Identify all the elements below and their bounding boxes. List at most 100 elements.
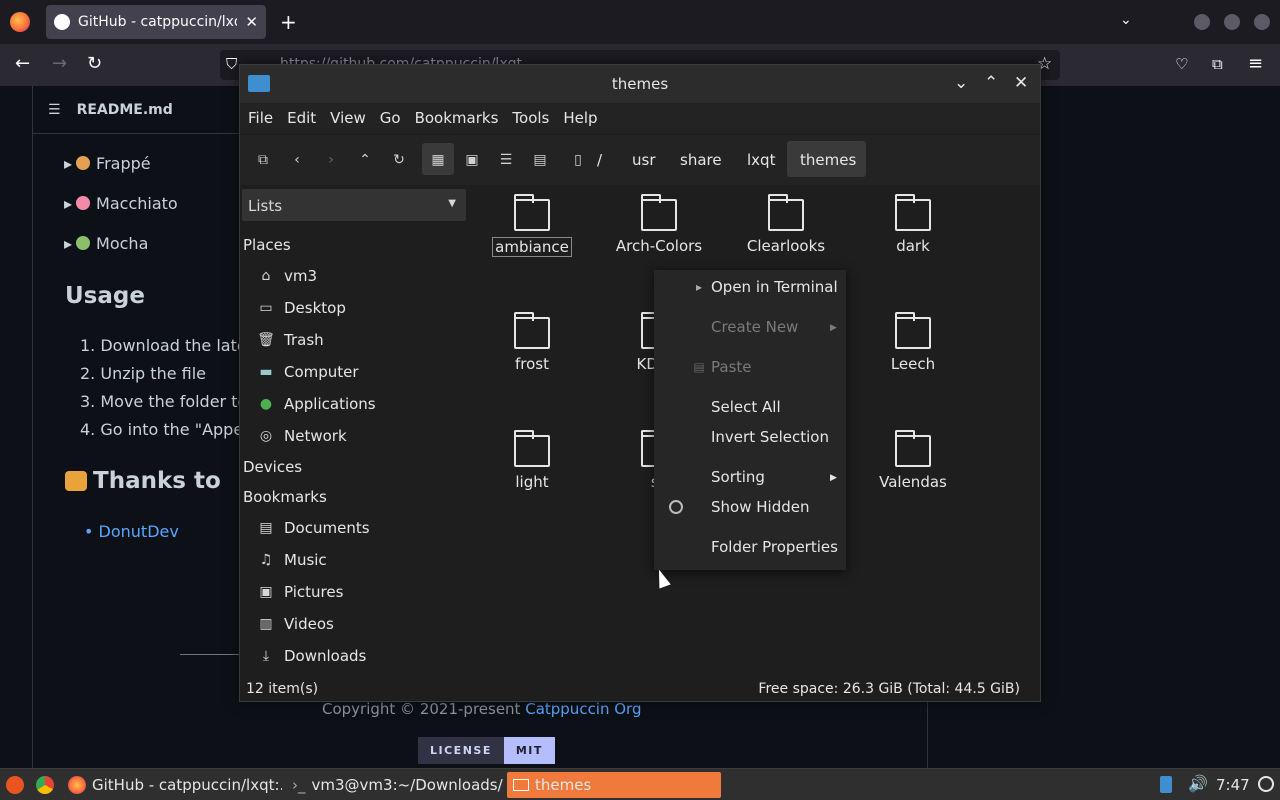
back-icon[interactable]: ‹ <box>288 151 306 169</box>
close-tab-icon[interactable]: ✕ <box>245 13 258 31</box>
minimize-icon[interactable]: ⌄ <box>954 73 968 93</box>
crumb-themes[interactable]: themes <box>800 151 856 169</box>
tab-list-chevron-icon[interactable]: ⌄ <box>1120 12 1132 28</box>
applications-icon: ● <box>259 396 273 412</box>
new-tab-icon[interactable]: ⧉ <box>254 151 272 169</box>
sidebar-item-applications[interactable]: ● Applications <box>257 395 376 413</box>
folder-item[interactable]: dark <box>858 194 968 255</box>
menu-file[interactable]: File <box>248 109 273 127</box>
new-tab-button[interactable]: + <box>280 10 297 34</box>
task-file-manager[interactable]: themes <box>507 772 721 798</box>
close-window-button[interactable] <box>1254 14 1270 30</box>
menu-tools[interactable]: Tools <box>512 109 549 127</box>
sidebar-item-videos[interactable]: ▥ Videos <box>257 615 333 633</box>
folder-properties[interactable]: Folder Properties <box>711 538 838 556</box>
menu-view[interactable]: View <box>330 109 366 127</box>
folder-item[interactable]: frost <box>477 312 587 373</box>
up-icon[interactable]: ⌃ <box>356 151 374 169</box>
clock[interactable]: 7:47 <box>1216 776 1250 794</box>
flavor-mocha[interactable]: ▸ Mocha <box>64 234 148 253</box>
devices-heading: Devices <box>243 458 303 476</box>
start-menu-button[interactable] <box>2 772 28 798</box>
flavor-macchiato[interactable]: ▸ Macchiato <box>64 194 178 213</box>
sidebar-item-computer[interactable]: ▬ Computer <box>257 363 358 381</box>
close-icon[interactable]: ✕ <box>1014 73 1028 93</box>
sidebar-item-downloads[interactable]: ⤓ Downloads <box>257 647 367 665</box>
pocket-icon[interactable]: ♡ <box>1175 54 1188 74</box>
sidebar: Lists ▼ Places ⌂ vm3 ▭ Desktop 🗑 Trash ▬ Comp… <box>240 187 468 675</box>
places-heading: Places <box>243 236 291 254</box>
catppuccin-org-link[interactable]: Catppuccin Org <box>525 700 641 718</box>
minimize-window-button[interactable] <box>1194 14 1210 30</box>
usage-step: 2. Unzip the file <box>80 364 206 383</box>
ubuntu-icon <box>6 776 24 794</box>
menu-hamburger-icon[interactable]: ≡ <box>1248 54 1263 74</box>
show-hidden[interactable]: Show Hidden <box>711 498 809 516</box>
license-badge[interactable]: LICENSE MIT <box>418 737 555 764</box>
window-title: themes <box>611 75 669 93</box>
drive-icon[interactable]: ▯ <box>569 151 587 169</box>
sidebar-item-documents[interactable]: ▤ Documents <box>257 519 369 537</box>
forward-icon[interactable]: › <box>322 151 340 169</box>
terminal-icon: ▸ <box>695 280 703 294</box>
menu-bookmarks[interactable]: Bookmarks <box>415 109 499 127</box>
folder-icon <box>641 194 677 231</box>
create-new[interactable]: Create New <box>711 318 798 336</box>
maximize-icon[interactable]: ⌃ <box>984 73 998 93</box>
crumb-share[interactable]: share <box>680 151 722 169</box>
compact-view-icon[interactable]: ☰ <box>497 151 515 169</box>
donutdev-link[interactable]: • DonutDev <box>84 522 179 541</box>
folder-item[interactable]: ambiance <box>477 194 587 257</box>
folder-item[interactable]: Valendas <box>858 430 968 491</box>
chrome-launcher[interactable] <box>32 772 58 798</box>
back-arrow-icon[interactable]: ← <box>15 54 30 74</box>
sidebar-item-music[interactable]: ♫ Music <box>257 551 327 569</box>
detail-view-icon[interactable]: ▤ <box>531 151 549 169</box>
list-icon[interactable]: ☰ <box>48 102 61 118</box>
flavor-frappe[interactable]: ▸ Frappé <box>64 154 151 173</box>
thumbnail-view-icon[interactable]: ▣ <box>463 151 481 169</box>
sidebar-view-select[interactable]: Lists ▼ <box>242 189 466 221</box>
usage-step: 3. Move the folder to <box>80 392 248 411</box>
maximize-window-button[interactable] <box>1224 14 1240 30</box>
crumb-usr[interactable]: usr <box>632 151 656 169</box>
chevron-down-icon: ▼ <box>448 198 456 209</box>
show-hidden-radio[interactable] <box>669 500 683 514</box>
select-all[interactable]: Select All <box>711 398 781 416</box>
paste[interactable]: Paste <box>711 358 752 376</box>
sorting[interactable]: Sorting <box>711 468 765 486</box>
sidebar-item-network[interactable]: ◎ Network <box>257 427 347 445</box>
sidebar-item-trash[interactable]: 🗑 Trash <box>257 331 324 349</box>
sidebar-item-vm3[interactable]: ⌂ vm3 <box>257 267 318 285</box>
sidebar-item-desktop[interactable]: ▭ Desktop <box>257 299 346 317</box>
menu-go[interactable]: Go <box>380 109 401 127</box>
browser-tab[interactable]: GitHub - catppuccin/lxqt ✕ <box>46 5 266 39</box>
clipboard-icon[interactable] <box>1160 776 1172 793</box>
documents-icon: ▤ <box>259 520 273 536</box>
task-terminal[interactable]: ›_ vm3@vm3:~/Downloads/... <box>286 772 504 798</box>
power-icon[interactable] <box>1258 776 1274 792</box>
folder-icon <box>768 194 804 231</box>
extensions-icon[interactable]: ⧉ <box>1212 54 1223 74</box>
crumb-lxqt[interactable]: lxqt <box>747 151 775 169</box>
shield-icon[interactable]: ⛉ <box>226 54 237 74</box>
folder-item[interactable]: Clearlooks <box>731 194 841 255</box>
github-icon <box>54 14 70 30</box>
refresh-icon[interactable]: ↻ <box>390 151 408 169</box>
forward-arrow-icon[interactable]: → <box>52 54 67 74</box>
menu-help[interactable]: Help <box>563 109 597 127</box>
folder-item[interactable]: light <box>477 430 587 491</box>
folder-item[interactable]: Leech <box>858 312 968 373</box>
menu-edit[interactable]: Edit <box>287 109 316 127</box>
folder-item[interactable]: Arch-Colors <box>604 194 714 255</box>
invert-selection[interactable]: Invert Selection <box>711 428 829 446</box>
crumb-root[interactable]: / <box>597 151 602 169</box>
reload-icon[interactable]: ↻ <box>87 54 102 74</box>
computer-icon: ▬ <box>259 364 273 380</box>
open-in-terminal[interactable]: Open in Terminal <box>711 278 838 296</box>
firefox-icon[interactable] <box>10 12 30 32</box>
volume-icon[interactable]: 🔊 <box>1188 774 1208 793</box>
sidebar-item-pictures[interactable]: ▣ Pictures <box>257 583 343 601</box>
task-firefox[interactable]: GitHub - catppuccin/lxqt:... <box>62 772 282 798</box>
music-icon: ♫ <box>259 552 273 568</box>
